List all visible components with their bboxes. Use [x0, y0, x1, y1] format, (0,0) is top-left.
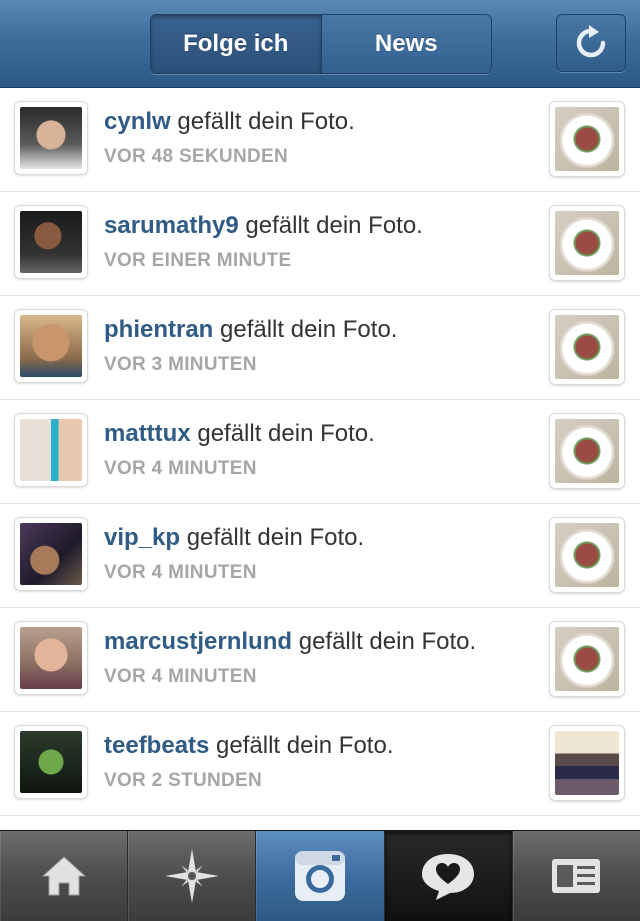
list-item[interactable]: phientran gefällt dein Foto. VOR 3 MINUT… [0, 296, 640, 400]
timestamp: VOR 48 SEKUNDEN [104, 146, 288, 167]
photo-thumbnail[interactable] [550, 726, 624, 800]
avatar[interactable] [15, 414, 87, 486]
username-link[interactable]: sarumathy9 [104, 212, 239, 239]
segmented-control: Folge ich News [150, 14, 492, 74]
avatar[interactable] [15, 622, 87, 694]
activity-text: gefällt dein Foto. [177, 108, 355, 135]
refresh-button[interactable] [556, 14, 626, 72]
bottom-tab-bar [0, 830, 640, 921]
refresh-icon [576, 25, 606, 58]
photo-thumbnail[interactable] [550, 518, 624, 592]
avatar[interactable] [15, 518, 87, 590]
tab-home[interactable] [0, 831, 129, 921]
avatar[interactable] [15, 206, 87, 278]
list-item[interactable]: marcustjernlund gefällt dein Foto. VOR 4… [0, 608, 640, 712]
activity-text: gefällt dein Foto. [245, 212, 423, 239]
timestamp: VOR EINER MINUTE [104, 250, 292, 271]
username-link[interactable]: matttux [104, 420, 191, 447]
timestamp: VOR 3 MINUTEN [104, 354, 257, 375]
username-link[interactable]: cynlw [104, 108, 171, 135]
activity-feed: cynlw gefällt dein Foto. VOR 48 SEKUNDEN… [0, 88, 640, 816]
photo-thumbnail[interactable] [550, 310, 624, 384]
avatar[interactable] [15, 310, 87, 382]
list-item[interactable]: cynlw gefällt dein Foto. VOR 48 SEKUNDEN [0, 88, 640, 192]
profile-card-icon [552, 859, 601, 893]
avatar[interactable] [15, 726, 87, 798]
tab-news-activity[interactable] [384, 831, 513, 921]
photo-thumbnail[interactable] [550, 206, 624, 280]
username-link[interactable]: phientran [104, 316, 213, 343]
timestamp: VOR 4 MINUTEN [104, 666, 257, 687]
avatar[interactable] [15, 102, 87, 174]
username-link[interactable]: vip_kp [104, 524, 180, 551]
home-icon [41, 856, 86, 896]
tab-profile[interactable] [512, 831, 640, 921]
explore-star-icon [164, 849, 219, 903]
username-link[interactable]: teefbeats [104, 732, 209, 759]
timestamp: VOR 4 MINUTEN [104, 458, 257, 479]
activity-text: gefällt dein Foto. [186, 524, 365, 551]
activity-text: gefällt dein Foto. [298, 628, 477, 655]
list-item[interactable]: matttux gefällt dein Foto. VOR 4 MINUTEN [0, 400, 640, 504]
tab-camera[interactable] [256, 831, 385, 921]
list-item[interactable]: sarumathy9 gefällt dein Foto. VOR EINER … [0, 192, 640, 296]
activity-text: gefällt dein Foto. [216, 732, 394, 759]
activity-text: gefällt dein Foto. [197, 420, 375, 447]
news-heart-bubble-icon [422, 854, 475, 900]
activity-text: gefällt dein Foto. [220, 316, 398, 343]
username-link[interactable]: marcustjernlund [104, 628, 292, 655]
list-item[interactable]: teefbeats gefällt dein Foto. VOR 2 STUND… [0, 712, 640, 816]
list-item[interactable]: vip_kp gefällt dein Foto. VOR 4 MINUTEN [0, 504, 640, 608]
tab-news[interactable]: News [321, 15, 491, 73]
camera-icon [295, 851, 345, 901]
photo-thumbnail[interactable] [550, 414, 624, 488]
tab-explore[interactable] [128, 831, 257, 921]
timestamp: VOR 4 MINUTEN [104, 562, 257, 583]
timestamp: VOR 2 STUNDEN [104, 770, 263, 791]
top-navigation-bar: Folge ich News [0, 0, 640, 88]
photo-thumbnail[interactable] [550, 622, 624, 696]
tab-following[interactable]: Folge ich [151, 15, 322, 73]
photo-thumbnail[interactable] [550, 102, 624, 176]
